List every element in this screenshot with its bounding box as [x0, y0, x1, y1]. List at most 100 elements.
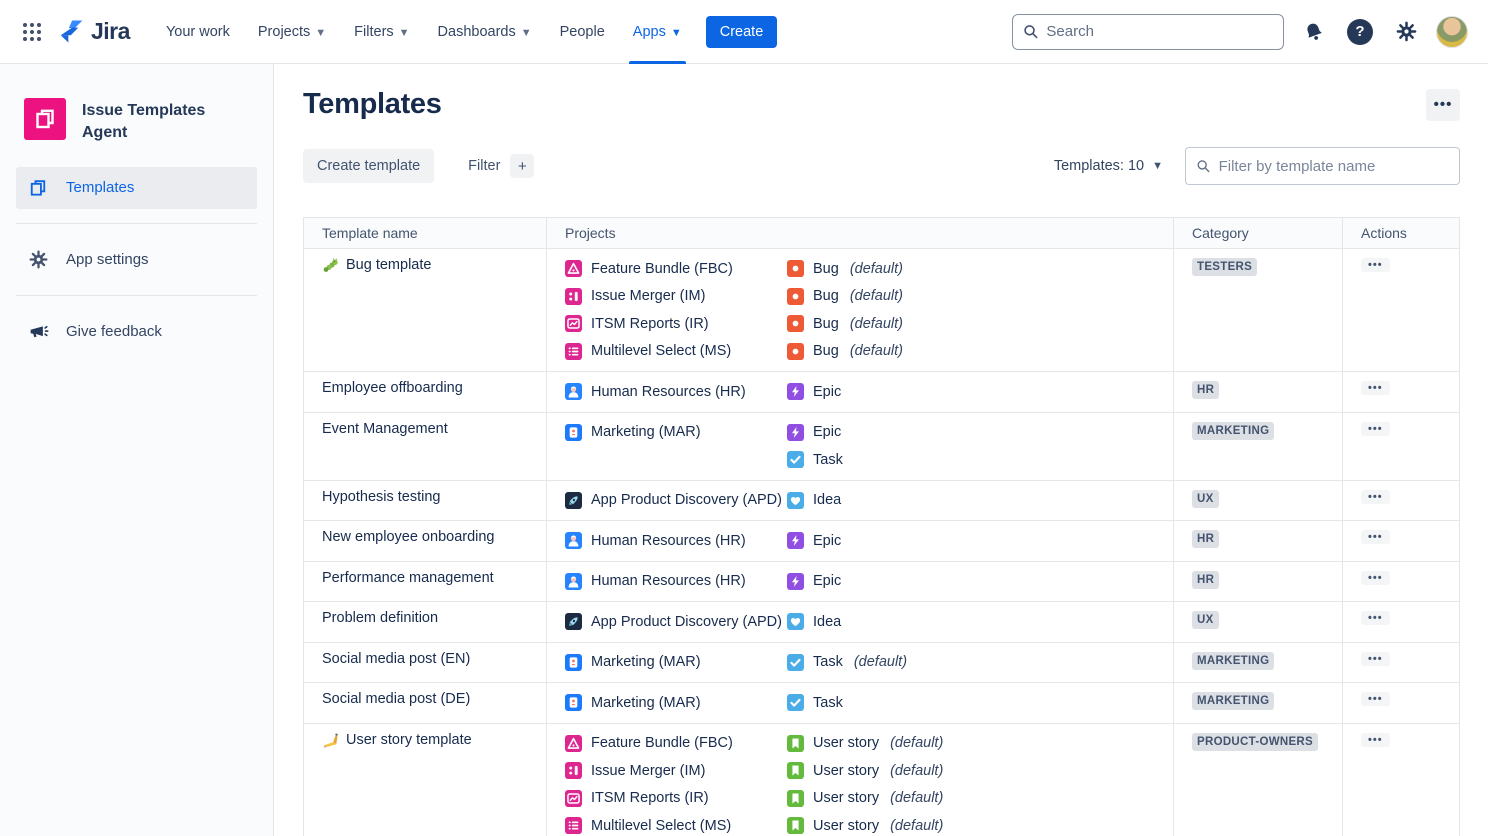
sidebar-item-templates[interactable]: Templates [16, 166, 257, 209]
project-issuetype-line: Issue Merger (IM) Bug (default) [565, 283, 1161, 311]
project-issuetype-line: Human Resources (HR) Epic [565, 568, 1161, 596]
nav-item-projects[interactable]: Projects ▼ [248, 0, 336, 64]
app-switcher-icon[interactable] [16, 16, 48, 48]
projects-cell: App Product Discovery (APD) Idea [547, 480, 1174, 520]
template-name: Social media post (DE) [322, 691, 471, 707]
search-icon [1024, 25, 1038, 39]
issuetype-bug-icon [787, 315, 804, 333]
create-button[interactable]: Create [705, 15, 778, 48]
row-actions-button[interactable]: ••• [1361, 732, 1390, 747]
create-template-button[interactable]: Create template [303, 149, 435, 183]
category-badge: UX [1192, 489, 1219, 508]
project-issue-merger-icon [565, 287, 582, 305]
issuetype-label: Task [813, 451, 843, 468]
actions-cell: ••• [1343, 521, 1461, 561]
category-cell: MARKETING [1174, 642, 1343, 682]
template-name: New employee onboarding [322, 529, 495, 545]
actions-cell: ••• [1343, 249, 1461, 371]
template-name-filter-input[interactable] [1218, 157, 1449, 175]
project-issuetype-line: ITSM Reports (IR) User story (default) [565, 785, 1161, 813]
row-actions-button[interactable]: ••• [1361, 258, 1390, 272]
template-name: Event Management [322, 420, 448, 437]
table-row: Hypothesis testing App Product Discovery … [304, 480, 1459, 521]
issuetype-label: User story [813, 762, 880, 779]
settings-gear-icon[interactable] [1390, 16, 1422, 48]
issuetype-story-icon [787, 762, 804, 780]
issuetype-default-suffix: (default) [849, 260, 904, 277]
row-actions-button[interactable]: ••• [1361, 421, 1390, 436]
project-app-product-discovery-icon [565, 491, 582, 509]
filter-label: Filter [468, 158, 501, 174]
project-name: ITSM Reports (IR) [591, 315, 709, 332]
row-actions-button[interactable]: ••• [1361, 611, 1390, 625]
issuetype-epic-icon [787, 423, 804, 441]
template-name-cell: New employee onboarding [304, 521, 547, 561]
row-actions-button[interactable]: ••• [1361, 570, 1390, 585]
toolbar: Create template Filter + Templates: 10 ▼ [303, 147, 1460, 185]
jira-logo[interactable]: Jira [58, 18, 130, 45]
issuetype-default-suffix: (default) [853, 654, 908, 671]
projects-cell: Human Resources (HR) Epic [547, 561, 1174, 601]
project-issuetype-line: App Product Discovery (APD) Idea [565, 608, 1161, 636]
row-actions-button[interactable]: ••• [1361, 381, 1390, 395]
actions-cell: ••• [1343, 372, 1461, 412]
template-name-cell: Social media post (EN) [304, 642, 547, 682]
issuetype-default-suffix: (default) [890, 735, 944, 752]
template-name-filter[interactable] [1185, 147, 1460, 185]
category-cell: MARKETING [1174, 412, 1343, 480]
gear-icon [26, 249, 50, 270]
help-icon[interactable]: ? [1344, 16, 1376, 48]
category-badge: MARKETING [1192, 692, 1275, 710]
sidebar-item-app-settings[interactable]: App settings [16, 238, 257, 281]
issuetype-label: Epic [813, 424, 842, 441]
table-row: Social media post (DE) Marketing (MAR) Tas… [304, 683, 1459, 724]
page-more-actions-button[interactable]: ••• [1426, 88, 1460, 121]
nav-item-label: Projects [257, 23, 311, 40]
issuetype-default-suffix: (default) [890, 790, 944, 807]
chevron-down-icon: ▼ [520, 26, 532, 39]
project-feature-bundle-icon [565, 260, 582, 278]
project-name: Issue Merger (IM) [591, 762, 706, 779]
nav-item-people[interactable]: People [550, 0, 615, 64]
row-actions-button[interactable]: ••• [1361, 530, 1390, 544]
projects-cell: Feature Bundle (FBC) User story (default) I… [547, 723, 1174, 836]
nav-item-apps[interactable]: Apps ▼ [623, 0, 692, 64]
issuetype-label: Bug [813, 343, 839, 360]
nav-item-your-work[interactable]: Your work [156, 0, 240, 64]
project-issuetype-line: Feature Bundle (FBC) User story (default) [565, 730, 1161, 758]
notifications-bell-icon[interactable] [1298, 16, 1330, 48]
table-header-row: Template name Projects Category Actions [304, 218, 1459, 249]
issuetype-epic-icon [787, 383, 804, 401]
project-feature-bundle-icon [565, 734, 582, 752]
template-name-cell: Employee offboarding [304, 372, 547, 412]
issuetype-task-icon [787, 694, 804, 712]
search-input[interactable] [1046, 23, 1273, 40]
project-marketing-icon [565, 423, 582, 441]
project-issuetype-line: Issue Merger (IM) User story (default) [565, 757, 1161, 785]
project-issuetype-line: Task [565, 446, 1161, 474]
nav-item-filters[interactable]: Filters ▼ [344, 0, 419, 64]
app-title: Issue Templates Agent [82, 102, 206, 142]
project-name: App Product Discovery (APD) [591, 492, 782, 509]
category-cell: UX [1174, 602, 1343, 642]
issuetype-label: Bug [813, 315, 839, 332]
issuetype-label: Epic [813, 383, 842, 400]
column-header-category: Category [1174, 218, 1343, 248]
project-multilevel-select-icon [565, 817, 582, 835]
issuetype-bug-icon [787, 287, 804, 305]
row-actions-button[interactable]: ••• [1361, 489, 1390, 504]
nav-item-dashboards[interactable]: Dashboards ▼ [428, 0, 542, 64]
templates-count-dropdown[interactable]: Templates: 10 ▼ [1054, 158, 1163, 174]
primary-nav: Your work Projects ▼ Filters ▼ Dashboards ▼ Peo… [156, 0, 692, 64]
template-name-cell: Performance management [304, 561, 547, 601]
user-avatar[interactable] [1436, 15, 1468, 48]
sidebar-item-give-feedback[interactable]: Give feedback [16, 310, 257, 353]
global-search[interactable] [1012, 13, 1284, 50]
add-filter-button[interactable]: + [510, 154, 535, 178]
jira-wordmark: Jira [91, 18, 130, 44]
category-badge: PRODUCT-OWNERS [1192, 732, 1319, 751]
project-human-resources-icon [565, 532, 582, 550]
row-actions-button[interactable]: ••• [1361, 651, 1390, 666]
megaphone-icon [26, 321, 50, 342]
row-actions-button[interactable]: ••• [1361, 692, 1390, 706]
